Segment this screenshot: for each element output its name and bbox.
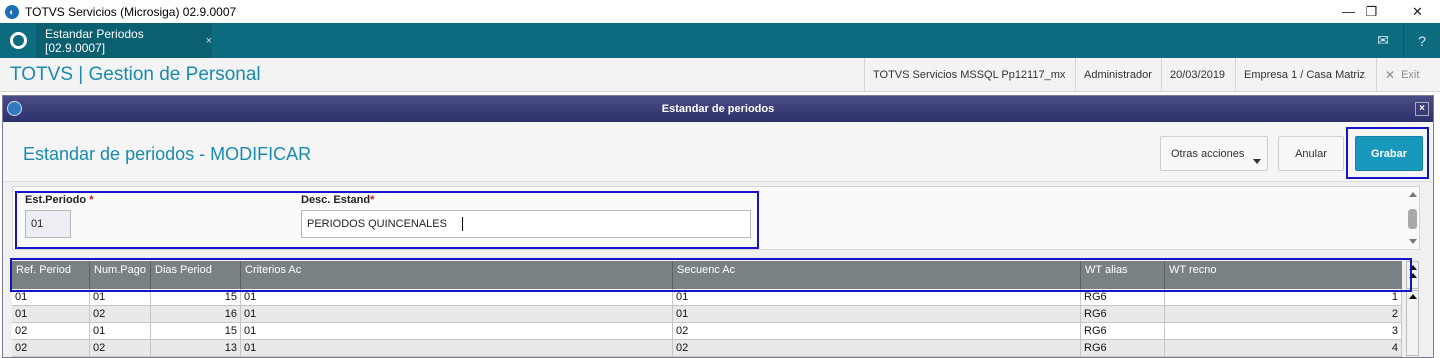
otras-acciones-label: Otras acciones xyxy=(1171,147,1245,160)
dialog-title: Estandar de periodos xyxy=(661,103,775,115)
tab-close-icon[interactable]: × xyxy=(206,35,212,47)
page-title: Estandar de periodos - MODIFICAR xyxy=(23,144,312,164)
company-label: Empresa 1 / Casa Matriz xyxy=(1235,58,1373,92)
form-highlight xyxy=(15,191,759,249)
help-icon[interactable]: ? xyxy=(1404,23,1440,58)
cell-criterios-ac: 01 xyxy=(241,323,673,339)
totvs-logo-icon[interactable] xyxy=(0,23,36,58)
dialog-app-icon xyxy=(7,101,22,116)
exit-label: Exit xyxy=(1401,69,1420,81)
cell-dias-period: 16 xyxy=(151,306,241,322)
grabar-highlight xyxy=(1346,127,1429,179)
cell-secuenc-ac: 02 xyxy=(673,323,1081,339)
cell-wt-alias: RG6 xyxy=(1081,323,1165,339)
scroll-down-icon[interactable] xyxy=(1409,239,1417,244)
cell-ref-period: 02 xyxy=(12,323,90,339)
cell-wt-recno: 2 xyxy=(1165,306,1402,322)
scroll-thumb[interactable] xyxy=(1408,209,1417,229)
cell-secuenc-ac: 02 xyxy=(673,340,1081,356)
cell-wt-alias: RG6 xyxy=(1081,340,1165,356)
dialog-close-icon[interactable]: × xyxy=(1415,102,1429,116)
otras-acciones-button[interactable]: Otras acciones xyxy=(1160,136,1268,171)
table-row[interactable]: 02 01 15 01 02 RG6 3 xyxy=(12,323,1402,340)
cell-ref-period: 02 xyxy=(12,340,90,356)
environment-label: TOTVS Servicios MSSQL Pp12117_mx xyxy=(864,58,1073,92)
cell-criterios-ac: 01 xyxy=(241,306,673,322)
dialog-header: Estandar de periodos - MODIFICAR Otras a… xyxy=(3,122,1433,182)
restore-button[interactable]: ❐ xyxy=(1349,0,1394,23)
grid-header-highlight xyxy=(10,258,1412,292)
tab-estandar-periodos[interactable]: Estandar Periodos [02.9.0007] × xyxy=(36,23,212,58)
table-row[interactable]: 01 02 16 01 01 RG6 2 xyxy=(12,306,1402,323)
anular-button[interactable]: Anular xyxy=(1278,136,1344,171)
cell-wt-recno: 4 xyxy=(1165,340,1402,356)
cell-wt-alias: RG6 xyxy=(1081,306,1165,322)
app-tabbar: Estandar Periodos [02.9.0007] × ✉ ? xyxy=(0,23,1440,58)
estandar-periodos-dialog: Estandar de periodos × Estandar de perio… xyxy=(2,95,1434,358)
form-scrollbar[interactable] xyxy=(1406,189,1419,247)
cell-secuenc-ac: 01 xyxy=(673,306,1081,322)
chevron-down-icon xyxy=(1253,159,1261,164)
exit-icon: ✕ xyxy=(1385,68,1396,82)
date-label: 20/03/2019 xyxy=(1161,58,1233,92)
cell-num-pago: 02 xyxy=(90,340,151,356)
cell-num-pago: 01 xyxy=(90,323,151,339)
scroll-up-icon[interactable] xyxy=(1409,192,1417,197)
app-header: TOTVS | Gestion de Personal TOTVS Servic… xyxy=(0,58,1440,92)
window-titlebar: ◐ TOTVS Servicios (Microsiga) 02.9.0007 … xyxy=(0,0,1440,23)
mail-icon[interactable]: ✉ xyxy=(1365,23,1401,58)
cell-num-pago: 02 xyxy=(90,306,151,322)
exit-button[interactable]: ✕ Exit xyxy=(1376,58,1427,92)
cell-wt-recno: 3 xyxy=(1165,323,1402,339)
cell-ref-period: 01 xyxy=(12,306,90,322)
brand-title: TOTVS | Gestion de Personal xyxy=(10,64,261,85)
totvs-app-icon: ◐ xyxy=(5,4,19,19)
cell-dias-period: 13 xyxy=(151,340,241,356)
user-label: Administrador xyxy=(1075,58,1160,92)
window-title: TOTVS Servicios (Microsiga) 02.9.0007 xyxy=(25,4,237,19)
close-window-button[interactable]: ✕ xyxy=(1395,0,1440,23)
tab-label: Estandar Periodos [02.9.0007] xyxy=(45,26,144,55)
table-row[interactable]: 02 02 13 01 02 RG6 4 xyxy=(12,340,1402,357)
cell-dias-period: 15 xyxy=(151,323,241,339)
grid-scrollbar[interactable] xyxy=(1406,290,1419,356)
cell-criterios-ac: 01 xyxy=(241,340,673,356)
scroll-up-icon[interactable] xyxy=(1408,294,1417,299)
dialog-titlebar: Estandar de periodos × xyxy=(3,96,1433,122)
